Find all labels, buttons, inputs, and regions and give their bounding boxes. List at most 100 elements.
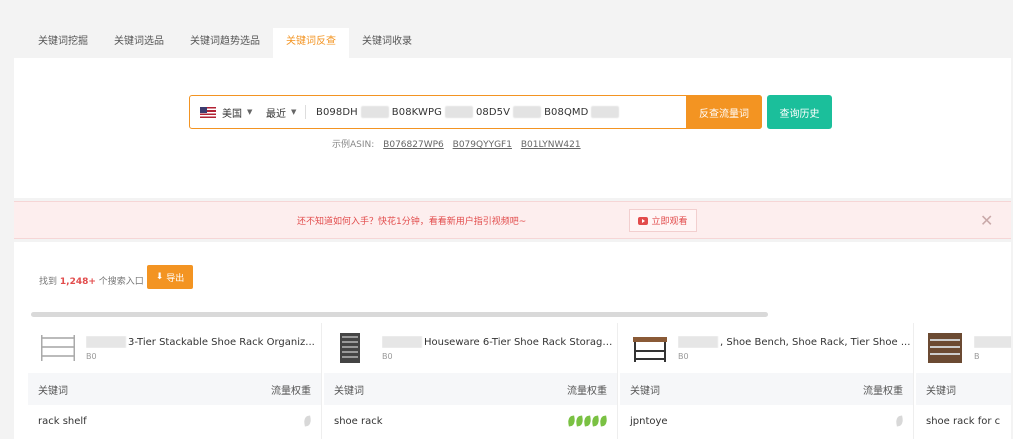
redacted-text <box>382 335 422 348</box>
tab-bar: 关键词挖掘 关键词选品 关键词趋势选品 关键词反查 关键词收录 <box>14 28 1011 58</box>
product-card: , Shoe Bench, Shoe Rack, Tier Shoe ... B… <box>620 323 914 439</box>
range-label: 最近 <box>266 108 286 120</box>
redacted-text <box>591 106 620 118</box>
col-keyword: 关键词 <box>926 385 956 397</box>
asin-input[interactable]: B098DH B08KWPG 08D5V B08QMD <box>306 96 686 128</box>
redacted-text <box>974 335 1011 348</box>
query-history-button[interactable]: 查询历史 <box>767 95 832 129</box>
table-header: 关键词 <box>916 373 1011 405</box>
keyword-cell: rack shelf <box>38 415 87 427</box>
reverse-search-button[interactable]: 反查流量词 <box>686 95 762 129</box>
banner-text: 还不知道如何入手？快花1分钟，看看新用户指引视频吧~ <box>297 217 527 227</box>
product-card: Houseware 6-Tier Shoe Rack Storage... B0… <box>324 323 618 439</box>
shoe-rack-image <box>928 333 962 363</box>
keyword-cell: shoe rack <box>334 415 383 427</box>
leaf-icon <box>599 415 608 427</box>
product-title: Houseware 6-Tier Shoe Rack Storage... <box>424 336 617 348</box>
leaf-icon <box>583 415 592 427</box>
export-button[interactable]: ⬇ 导出 <box>147 265 193 289</box>
table-row[interactable]: rack shelf <box>28 405 321 437</box>
col-keyword: 关键词 <box>334 385 364 397</box>
range-select[interactable]: 最近 ▼ <box>260 105 306 120</box>
tab-keyword-reverse[interactable]: 关键词反查 <box>273 28 349 58</box>
close-icon[interactable]: ✕ <box>980 211 993 230</box>
product-title: 3-Tier Stackable Shoe Rack Organiz... <box>128 336 315 348</box>
col-keyword: 关键词 <box>630 385 660 397</box>
asin-part: 08D5V <box>475 106 511 118</box>
chevron-down-icon: ▼ <box>247 108 253 116</box>
watch-now-button[interactable]: 立即观看 <box>629 209 697 232</box>
leaf-icon <box>895 415 904 427</box>
keyword-cell: jpntoye <box>630 415 668 427</box>
watch-label: 立即观看 <box>651 217 688 227</box>
weight-leaves <box>567 415 608 427</box>
example-asin-link[interactable]: B079QYYGF1 <box>453 140 512 150</box>
shoe-rack-image <box>41 335 75 361</box>
result-count: 找到 1,248+ 个搜索入口 <box>39 274 144 287</box>
redacted-text <box>86 335 126 348</box>
product-asin: B0 <box>86 351 97 361</box>
guide-banner: 还不知道如何入手？快花1分钟，看看新用户指引视频吧~ 立即观看 ✕ <box>14 201 1011 239</box>
product-cards: 3-Tier Stackable Shoe Rack Organiz... B0… <box>28 323 1011 439</box>
country-select[interactable]: 美国 ▼ <box>190 105 260 120</box>
redacted-text <box>360 106 389 118</box>
results-panel: 找到 1,248+ 个搜索入口 ⬇ 导出 3-Tier Stackable Sh… <box>14 242 1011 439</box>
product-asin: B0 <box>382 351 393 361</box>
count-number: 1,248+ <box>59 277 96 287</box>
table-header: 关键词 流量权重 <box>28 373 321 405</box>
product-asin: B <box>974 351 980 361</box>
count-prefix: 找到 <box>39 277 58 287</box>
table-row[interactable]: shoe rack for c <box>916 405 1011 437</box>
col-keyword: 关键词 <box>38 385 68 397</box>
chevron-down-icon: ▼ <box>291 108 297 116</box>
shoe-rack-image <box>340 333 360 363</box>
asin-part: B08QMD <box>544 106 589 118</box>
weight-leaves <box>303 415 312 427</box>
page: 关键词挖掘 关键词选品 关键词趋势选品 关键词反查 关键词收录 美国 ▼ 最近 … <box>0 0 1013 439</box>
country-label: 美国 <box>222 108 242 120</box>
example-asin-link[interactable]: B076827WP6 <box>383 140 444 150</box>
product-card: 3-Tier Stackable Shoe Rack Organiz... B0… <box>28 323 322 439</box>
keyword-cell: shoe rack for c <box>926 415 1001 427</box>
export-label: 导出 <box>166 273 185 284</box>
product-title: , Shoe Bench, Shoe Rack, Tier Shoe ... <box>720 336 911 348</box>
example-asins: 示例ASIN: B076827WP6 B079QYYGF1 B01LYNW421 <box>332 137 581 150</box>
col-weight: 流量权重 <box>863 385 903 397</box>
count-suffix: 个搜索入口 <box>98 277 144 287</box>
us-flag-icon <box>200 106 216 118</box>
product-header[interactable]: 3-Tier Stackable Shoe Rack Organiz... B0 <box>28 323 321 373</box>
redacted-text <box>444 106 473 118</box>
redacted-text <box>678 335 718 348</box>
example-asin-link[interactable]: B01LYNW421 <box>521 140 581 150</box>
table-header: 关键词 流量权重 <box>324 373 617 405</box>
table-row[interactable]: shoe rack <box>324 405 617 437</box>
download-icon: ⬇ <box>155 272 164 282</box>
col-weight: 流量权重 <box>567 385 607 397</box>
asin-part: B08KWPG <box>391 106 442 118</box>
table-header: 关键词 流量权重 <box>620 373 913 405</box>
table-row[interactable]: jpntoye <box>620 405 913 437</box>
tab-keyword-index[interactable]: 关键词收录 <box>349 28 425 58</box>
leaf-icon <box>591 415 600 427</box>
tab-keyword-mining[interactable]: 关键词挖掘 <box>14 28 101 58</box>
asin-part: B098DH <box>316 106 358 118</box>
leaf-icon <box>567 415 576 427</box>
search-box: 美国 ▼ 最近 ▼ B098DH B08KWPG 08D5V B08QMD 反查… <box>189 95 762 129</box>
video-play-icon <box>638 216 649 225</box>
product-header[interactable]: , Shoe Bench, Shoe Rack, Tier Shoe ... B… <box>620 323 913 373</box>
leaf-icon <box>303 415 312 427</box>
horizontal-scrollbar[interactable] <box>31 312 768 317</box>
tab-keyword-trend[interactable]: 关键词趋势选品 <box>177 28 273 58</box>
product-header[interactable]: Houseware 6-Tier Shoe Rack Storage... B0 <box>324 323 617 373</box>
product-header[interactable]: B <box>916 323 1011 373</box>
weight-leaves <box>895 415 904 427</box>
examples-prefix: 示例ASIN: <box>332 140 375 150</box>
product-asin: B0 <box>678 351 689 361</box>
shoe-bench-image <box>633 337 667 362</box>
col-weight: 流量权重 <box>271 385 311 397</box>
redacted-text <box>513 106 542 118</box>
search-panel: 美国 ▼ 最近 ▼ B098DH B08KWPG 08D5V B08QMD 反查… <box>14 58 1011 198</box>
leaf-icon <box>575 415 584 427</box>
product-card: B 关键词 shoe rack for c <box>916 323 1011 439</box>
tab-keyword-selection[interactable]: 关键词选品 <box>101 28 177 58</box>
